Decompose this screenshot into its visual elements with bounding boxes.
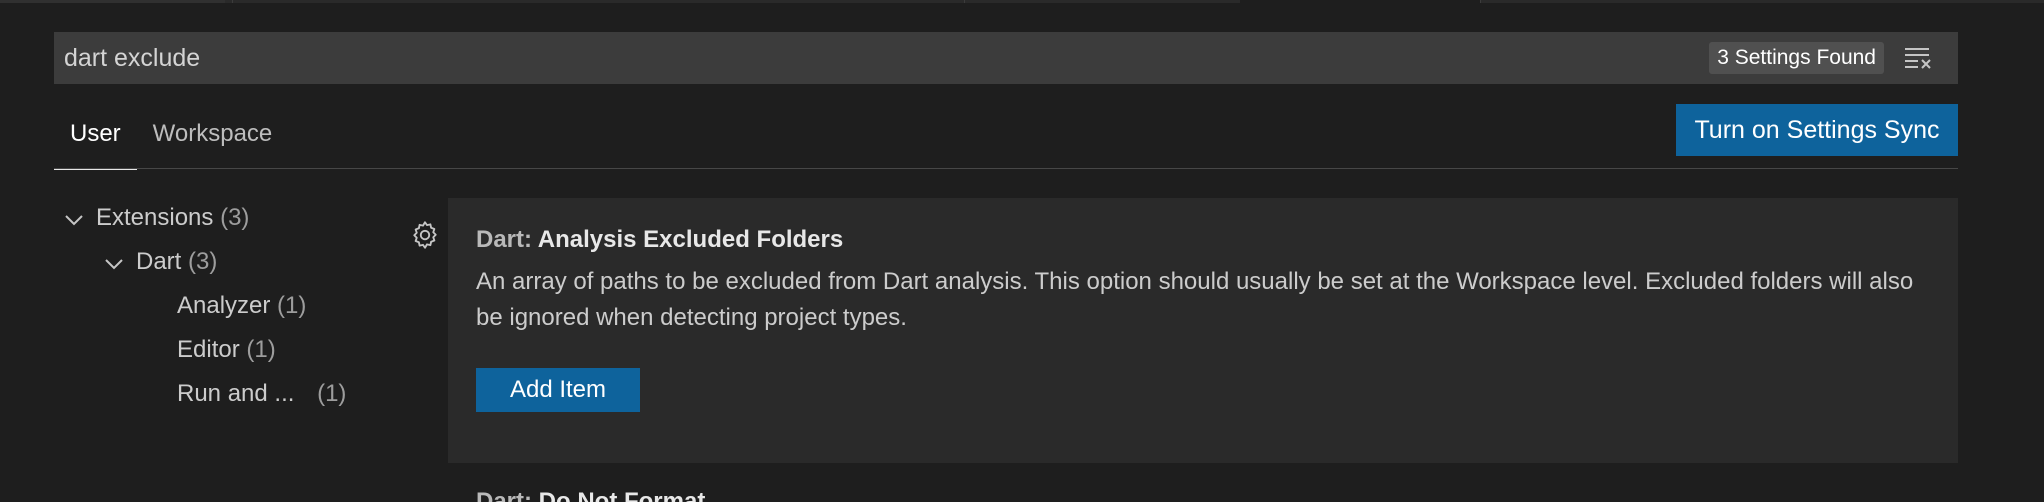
editor-tab[interactable] — [0, 0, 225, 3]
setting-category: Dart: — [476, 226, 538, 253]
setting-category: Dart: — [476, 488, 539, 502]
setting-description: An array of paths to be excluded from Da… — [476, 268, 1914, 331]
toc-count: (3) — [188, 248, 218, 275]
toc-label: Editor — [177, 336, 240, 363]
settings-scope-tabs: User Workspace — [54, 104, 288, 170]
tab-divider — [1480, 0, 1481, 3]
setting-item-analysis-excluded-folders: Dart: Analysis Excluded Folders An array… — [448, 198, 1958, 463]
tab-workspace[interactable]: Workspace — [137, 104, 289, 170]
toc-item-editor[interactable]: Editor (1) — [177, 336, 276, 364]
results-count-badge: 3 Settings Found — [1709, 42, 1884, 74]
setting-title: Dart: Analysis Excluded Folders — [476, 226, 843, 254]
chevron-down-icon — [65, 215, 83, 226]
add-item-button[interactable]: Add Item — [476, 368, 640, 412]
toc-item-run-and-debug[interactable]: Run and ... (1) — [177, 380, 346, 408]
gear-icon[interactable] — [410, 220, 440, 255]
tab-divider — [964, 0, 965, 3]
next-setting-title: Dart: Do Not Format — [476, 488, 705, 502]
toc-count: (1) — [277, 292, 307, 319]
clear-filter-icon[interactable] — [1900, 40, 1936, 76]
toc-item-dart[interactable]: Dart (3) — [104, 248, 217, 276]
settings-search-input[interactable] — [54, 32, 1710, 84]
setting-name: Do Not Format — [538, 488, 706, 502]
toc-count: (1) — [246, 336, 276, 363]
toc-label: Analyzer — [177, 292, 271, 319]
toc-label: Dart — [136, 248, 182, 275]
settings-search-bar: 3 Settings Found — [54, 32, 1958, 84]
toc-item-analyzer[interactable]: Analyzer (1) — [177, 292, 306, 320]
tab-divider — [232, 0, 233, 3]
tabs-divider — [54, 168, 1958, 169]
tab-user[interactable]: User — [54, 104, 137, 170]
toc-count: (1) — [317, 380, 347, 407]
editor-tab-strip — [0, 0, 2044, 3]
toc-item-extensions[interactable]: Extensions (3) — [64, 204, 249, 232]
toc-count: (3) — [220, 204, 250, 231]
toc-label: Extensions — [96, 204, 214, 231]
setting-name: Analysis Excluded Folders — [537, 226, 844, 253]
settings-editor: 3 Settings Found User Workspace Turn on … — [0, 0, 2044, 502]
turn-on-settings-sync-button[interactable]: Turn on Settings Sync — [1676, 104, 1958, 156]
chevron-down-icon — [105, 259, 123, 270]
toc-label: Run and ... — [177, 380, 295, 407]
editor-tab-active[interactable] — [1240, 0, 1480, 3]
